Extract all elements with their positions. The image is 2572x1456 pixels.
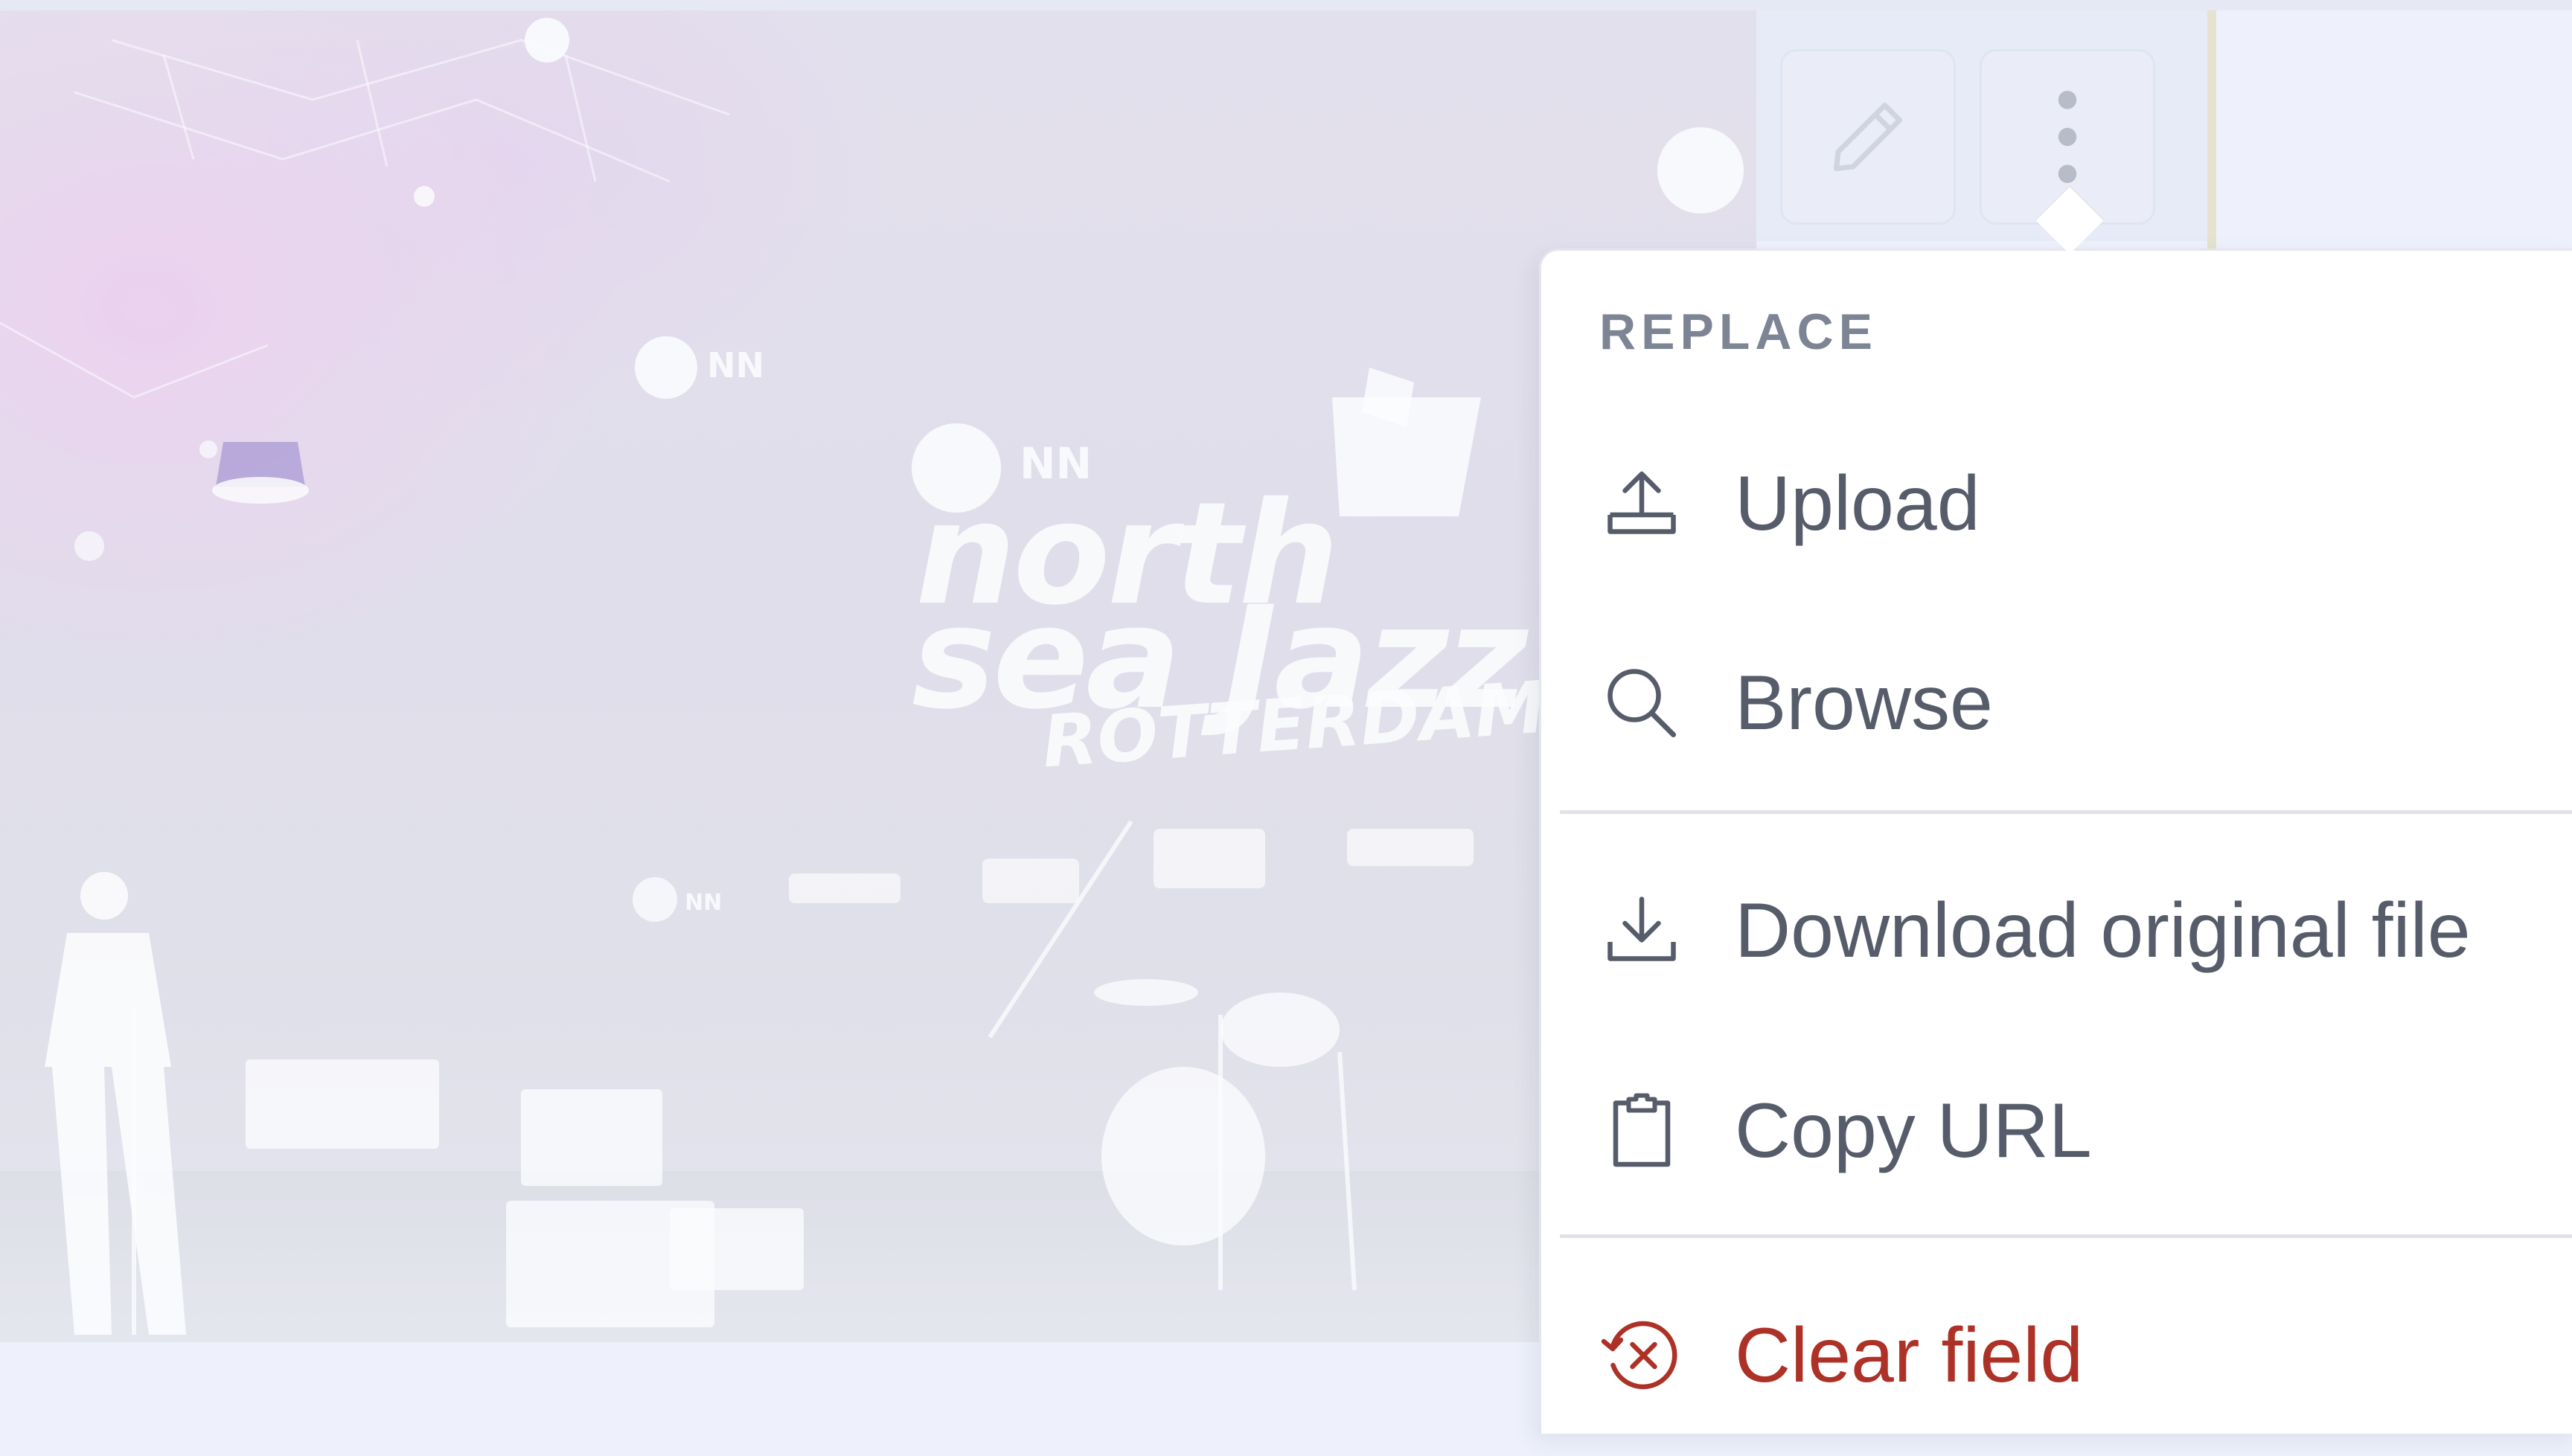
top-strip [0,0,2572,10]
menu-item-label: Clear field [1735,1312,2084,1399]
menu-item-clear-field[interactable]: Clear field [1541,1281,2572,1430]
menu-item-label: Browse [1735,659,1993,746]
section-label-replace: REPLACE [1599,304,1878,360]
image-preview[interactable]: north sea Jazz ROTTERDAM NN NN NN [0,10,1756,1342]
menu-item-label: Copy URL [1735,1087,2092,1174]
menu-item-upload[interactable]: Upload [1541,429,2572,578]
clear-field-icon [1597,1311,1686,1400]
toolbar-divider [2207,10,2216,248]
menu-divider [1560,1234,2572,1238]
clipboard-icon [1597,1086,1686,1176]
image-dim-overlay [0,10,1756,1342]
menu-item-label: Upload [1735,460,1980,547]
menu-item-download-original[interactable]: Download original file [1541,856,2572,1005]
options-menu: REPLACE Upload Browse Download original … [1539,248,2572,1434]
vertical-ellipsis-icon [2058,91,2077,183]
download-icon [1597,886,1686,975]
menu-item-browse[interactable]: Browse [1541,629,2572,777]
search-icon [1597,658,1686,748]
pencil-icon [1834,103,1902,171]
menu-divider [1560,810,2572,814]
menu-item-copy-url[interactable]: Copy URL [1541,1056,2572,1205]
edit-button[interactable] [1780,49,1956,225]
menu-item-label: Download original file [1735,887,2471,974]
upload-icon [1597,459,1686,548]
image-toolbar [1756,10,2216,241]
